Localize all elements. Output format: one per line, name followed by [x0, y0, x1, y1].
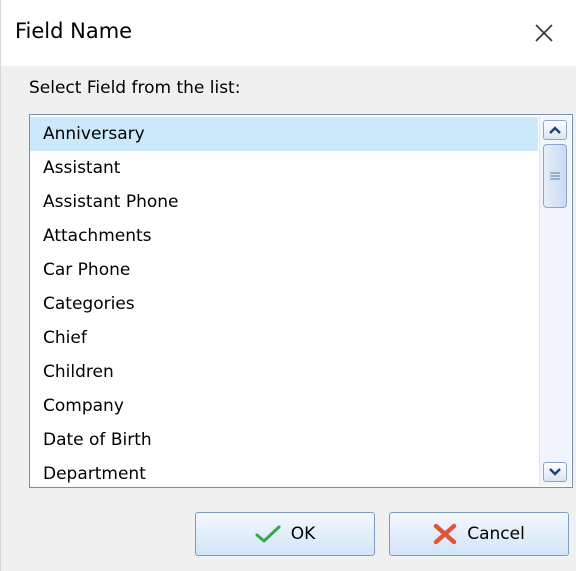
cancel-button-label: Cancel [467, 524, 525, 544]
field-list-item[interactable]: Chief [30, 321, 538, 355]
title-bar: Field Name [1, 0, 576, 66]
scroll-up-button[interactable] [543, 120, 567, 140]
close-icon [535, 24, 553, 42]
field-list-item[interactable]: Assistant [30, 151, 538, 185]
ok-button[interactable]: OK [195, 512, 375, 556]
field-list-item[interactable]: Date of Birth [30, 423, 538, 457]
scroll-down-button[interactable] [543, 462, 567, 482]
cancel-button[interactable]: Cancel [389, 512, 569, 556]
field-listbox[interactable]: Anniversary Assistant Assistant Phone Attac… [29, 114, 573, 488]
list-prompt-label: Select Field from the list: [29, 78, 241, 98]
checkmark-icon [255, 525, 281, 543]
field-list-item[interactable]: Assistant Phone [30, 185, 538, 219]
dialog-title: Field Name [15, 19, 133, 43]
field-name-dialog: Field Name Select Field from the list: A… [0, 0, 576, 571]
field-list-item[interactable]: Categories [30, 287, 538, 321]
scroll-thumb[interactable] [543, 144, 567, 208]
grip-icon [550, 172, 560, 180]
cross-icon [433, 523, 457, 545]
field-list-item[interactable]: Department [30, 457, 538, 487]
field-list-items: Anniversary Assistant Assistant Phone Attac… [30, 117, 538, 487]
chevron-down-icon [549, 468, 561, 476]
field-list-item[interactable]: Car Phone [30, 253, 538, 287]
field-list-item[interactable]: Company [30, 389, 538, 423]
close-button[interactable] [511, 0, 576, 66]
ok-button-label: OK [290, 524, 316, 544]
vertical-scrollbar[interactable] [539, 116, 571, 486]
field-list-item[interactable]: Children [30, 355, 538, 389]
chevron-up-icon [549, 126, 561, 134]
field-list-item[interactable]: Attachments [30, 219, 538, 253]
field-list-item[interactable]: Anniversary [30, 117, 538, 151]
